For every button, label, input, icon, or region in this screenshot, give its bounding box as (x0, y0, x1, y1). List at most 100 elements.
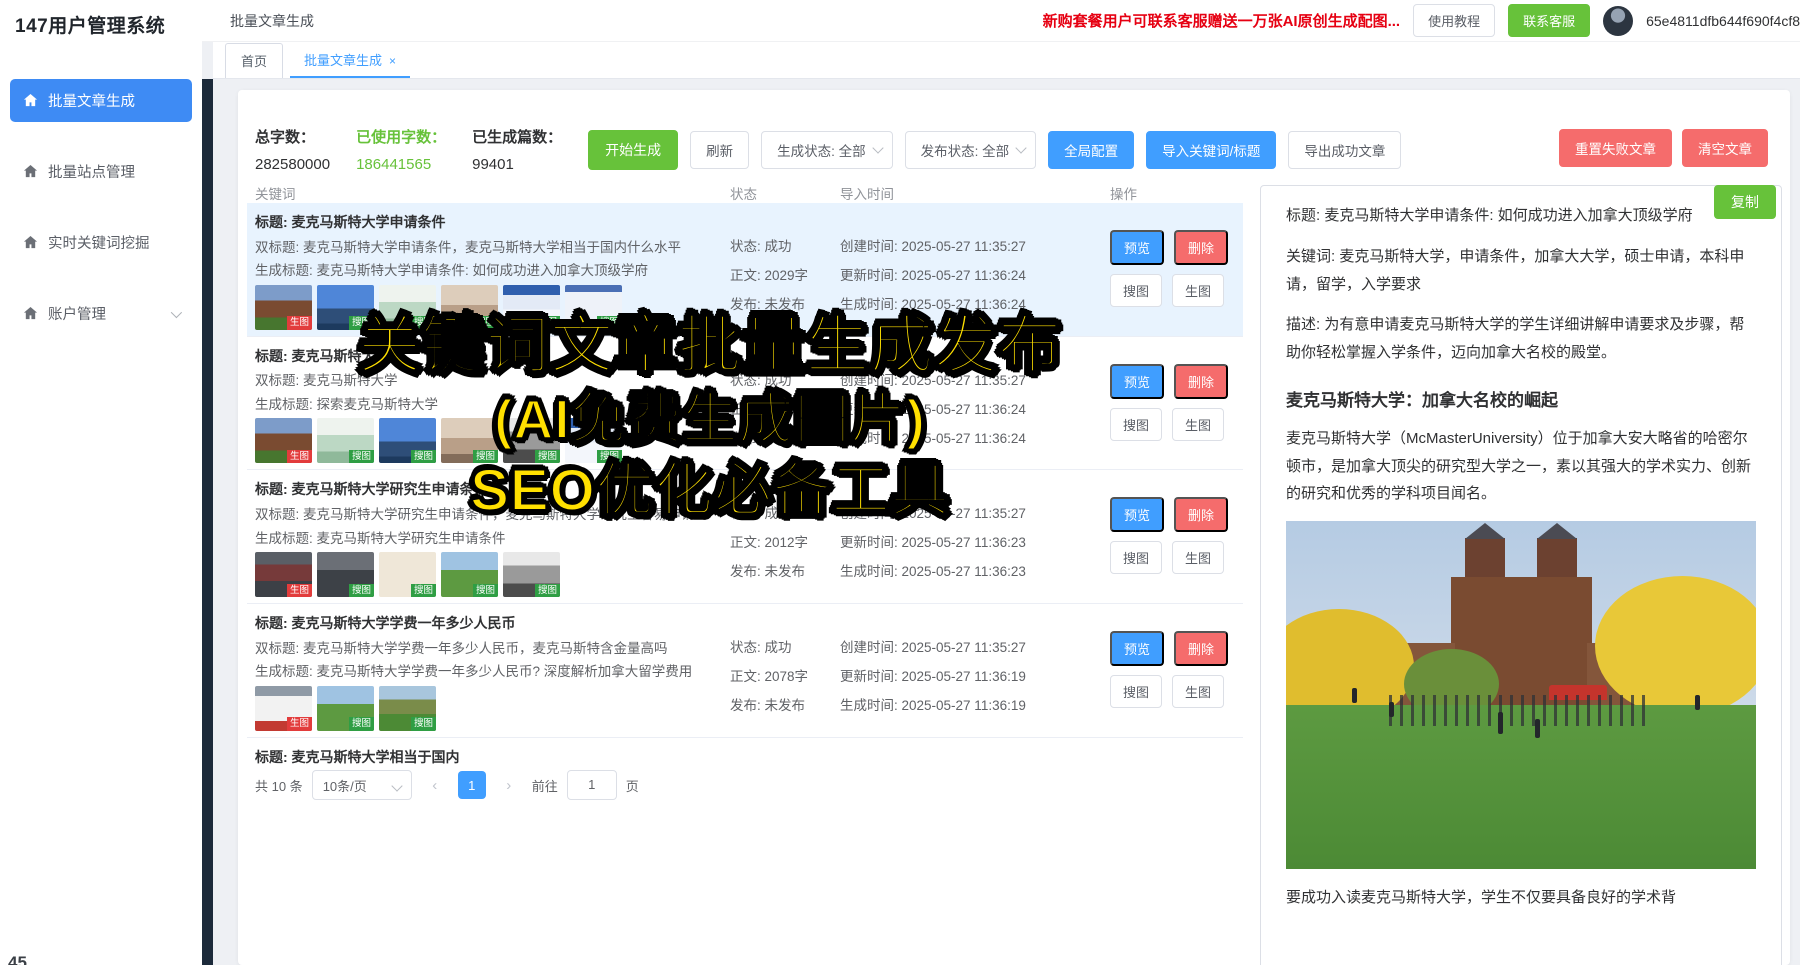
clear-articles-button[interactable]: 清空文章 (1682, 129, 1768, 167)
reset-failed-button[interactable]: 重置失败文章 (1559, 129, 1672, 167)
photo-person (1389, 702, 1394, 717)
user-id: 65e4811dfb644f690f4cf8 (1646, 13, 1800, 29)
row-generated-title: 生成标题: 麦克马斯特大学研究生申请条件 (255, 529, 730, 549)
generate-image-button[interactable]: 生图 (1172, 675, 1224, 708)
preview-footer-clipped: 要成功入读麦克马斯特大学，学生不仅要具备良好的学术背 (1286, 884, 1756, 912)
thumbnail-label: 搜图 (349, 717, 374, 731)
generate-image-button[interactable]: 生图 (1172, 274, 1224, 307)
pagination: 共 10 条 10条/页 ‹ 1 › 前往 1 页 (255, 770, 639, 800)
tab-label: 批量文章生成 (304, 53, 382, 68)
sidebar-item-account[interactable]: 账户管理 (10, 292, 192, 335)
thumbnail-generated[interactable]: 生图 (255, 418, 312, 463)
stat-total-words: 总字数： 282580000 (255, 126, 330, 173)
avatar[interactable] (1603, 6, 1633, 36)
header-keyword: 关键词 (255, 183, 730, 203)
total-count: 共 10 条 (255, 776, 303, 795)
row-word-count: 正文: 2078字 (730, 665, 840, 685)
search-image-button[interactable]: 搜图 (1110, 274, 1162, 307)
thumbnail-label: 生图 (287, 717, 312, 731)
promo-notice[interactable]: 新购套餐用户可联系客服赠送一万张AI原创生成配图... (1043, 10, 1401, 31)
row-generated-time: 生成时间: 2025-05-27 11:36:24 (840, 293, 1110, 313)
home-icon (23, 93, 38, 108)
page-size-select[interactable]: 10条/页 (312, 770, 412, 800)
preview-button[interactable]: 预览 (1110, 230, 1164, 265)
stat-value: 282580000 (255, 156, 330, 173)
thumbnail-searched[interactable]: 搜图 (317, 686, 374, 731)
preview-button[interactable]: 预览 (1110, 631, 1164, 666)
header-status: 状态 (730, 183, 840, 203)
goto-label: 前往 (532, 776, 558, 795)
thumbnail-searched[interactable]: 搜图 (503, 552, 560, 597)
breadcrumb: 批量文章生成 (230, 11, 314, 31)
table-header: 关键词 状态 导入时间 操作 (255, 183, 1235, 203)
search-image-button[interactable]: 搜图 (1110, 541, 1162, 574)
search-image-button[interactable]: 搜图 (1110, 408, 1162, 441)
thumbnail-generated[interactable]: 生图 (255, 285, 312, 330)
preview-panel: 标题: 麦克马斯特大学申请条件: 如何成功进入加拿大顶级学府 关键词: 麦克马斯… (1260, 185, 1782, 965)
generate-status-select[interactable]: 生成状态: 全部 (761, 131, 893, 169)
thumbnail-label: 生图 (287, 316, 312, 330)
row-title: 标题: 麦克马斯特大学申请条件 (255, 213, 730, 233)
preview-button[interactable]: 预览 (1110, 364, 1164, 399)
thumbnail-generated[interactable]: 生图 (255, 686, 312, 731)
header-ops: 操作 (1110, 183, 1235, 203)
generate-image-button[interactable]: 生图 (1172, 408, 1224, 441)
prev-page-button[interactable]: ‹ (421, 771, 449, 799)
row-double-title: 双标题: 麦克马斯特大学申请条件，麦克马斯特大学相当于国内什么水平 (255, 238, 730, 258)
preview-button[interactable]: 预览 (1110, 497, 1164, 532)
delete-button[interactable]: 删除 (1174, 497, 1228, 532)
sidebar: 147用户管理系统 批量文章生成 批量站点管理 实时关键词挖掘 账户管理 45 (0, 0, 202, 965)
goto-page-input[interactable]: 1 (567, 770, 617, 800)
thumbnail-label: 搜图 (411, 717, 436, 731)
sidebar-item-label: 批量站点管理 (48, 161, 135, 182)
overlay-line-1: 关键词文章批量生成发布 (318, 312, 1102, 381)
row-ops-cell: 预览 删除 搜图 生图 (1110, 745, 1235, 765)
row-ops-cell: 预览 删除 搜图 生图 (1110, 344, 1235, 464)
thumbnail-searched[interactable]: 搜图 (379, 686, 436, 731)
search-image-button[interactable]: 搜图 (1110, 675, 1162, 708)
delete-button[interactable]: 删除 (1174, 364, 1228, 399)
row-ops-cell: 预览 删除 搜图 生图 (1110, 477, 1235, 597)
header-import-time: 导入时间 (840, 183, 1110, 203)
topbar: 批量文章生成 新购套餐用户可联系客服赠送一万张AI原创生成配图... 使用教程 … (202, 0, 1800, 42)
close-icon[interactable]: × (389, 54, 396, 68)
copy-button[interactable]: 复制 (1714, 185, 1776, 219)
delete-button[interactable]: 删除 (1174, 230, 1228, 265)
tab-batch-article[interactable]: 批量文章生成 × (290, 42, 410, 78)
danger-actions: 重置失败文章 清空文章 (1559, 129, 1768, 167)
row-title: 标题: 麦克马斯特大学学费一年多少人民币 (255, 614, 730, 634)
table-row[interactable]: 标题: 麦克马斯特大学相当于国内 双标题: 麦克马斯特大学相当于国内，麦克马斯特… (247, 738, 1243, 765)
thumbnail-generated[interactable]: 生图 (255, 552, 312, 597)
next-page-button[interactable]: › (495, 771, 523, 799)
sidebar-item-label: 实时关键词挖掘 (48, 232, 150, 253)
generate-image-button[interactable]: 生图 (1172, 541, 1224, 574)
sidebar-item-batch-site[interactable]: 批量站点管理 (10, 150, 192, 193)
row-double-title: 双标题: 麦克马斯特大学学费一年多少人民币，麦克马斯特含金量高吗 (255, 639, 730, 659)
thumbnail-searched[interactable]: 搜图 (317, 552, 374, 597)
thumbnail-label: 搜图 (473, 584, 498, 598)
start-generate-button[interactable]: 开始生成 (588, 130, 678, 170)
refresh-button[interactable]: 刷新 (690, 131, 749, 169)
stat-value: 99401 (472, 156, 562, 173)
tutorial-button[interactable]: 使用教程 (1413, 4, 1495, 37)
publish-status-select[interactable]: 发布状态: 全部 (905, 131, 1037, 169)
import-keywords-button[interactable]: 导入关键词/标题 (1146, 131, 1276, 169)
page-number-active[interactable]: 1 (458, 771, 486, 799)
delete-button[interactable]: 删除 (1174, 631, 1228, 666)
stat-generated-count: 已生成篇数： 99401 (472, 126, 562, 173)
thumbnail-searched[interactable]: 搜图 (379, 552, 436, 597)
row-time-cell: 创建时间: 2025-05-27 11:35:27 更新时间: 2025-05-… (840, 745, 1110, 765)
export-success-button[interactable]: 导出成功文章 (1288, 131, 1401, 169)
contact-support-button[interactable]: 联系客服 (1508, 4, 1590, 37)
sidebar-item-label: 账户管理 (48, 303, 106, 324)
tab-home[interactable]: 首页 (225, 43, 283, 78)
sidebar-item-batch-article[interactable]: 批量文章生成 (10, 79, 192, 122)
chevron-down-icon (171, 306, 182, 317)
sidebar-menu: 批量文章生成 批量站点管理 实时关键词挖掘 账户管理 (0, 79, 202, 335)
app-title: 147用户管理系统 (0, 0, 202, 38)
table-row[interactable]: 标题: 麦克马斯特大学学费一年多少人民币 双标题: 麦克马斯特大学学费一年多少人… (247, 604, 1243, 738)
sidebar-item-keyword-mining[interactable]: 实时关键词挖掘 (10, 221, 192, 264)
row-updated-time: 更新时间: 2025-05-27 11:36:24 (840, 264, 1110, 284)
thumbnail-searched[interactable]: 搜图 (441, 552, 498, 597)
global-config-button[interactable]: 全局配置 (1048, 131, 1134, 169)
